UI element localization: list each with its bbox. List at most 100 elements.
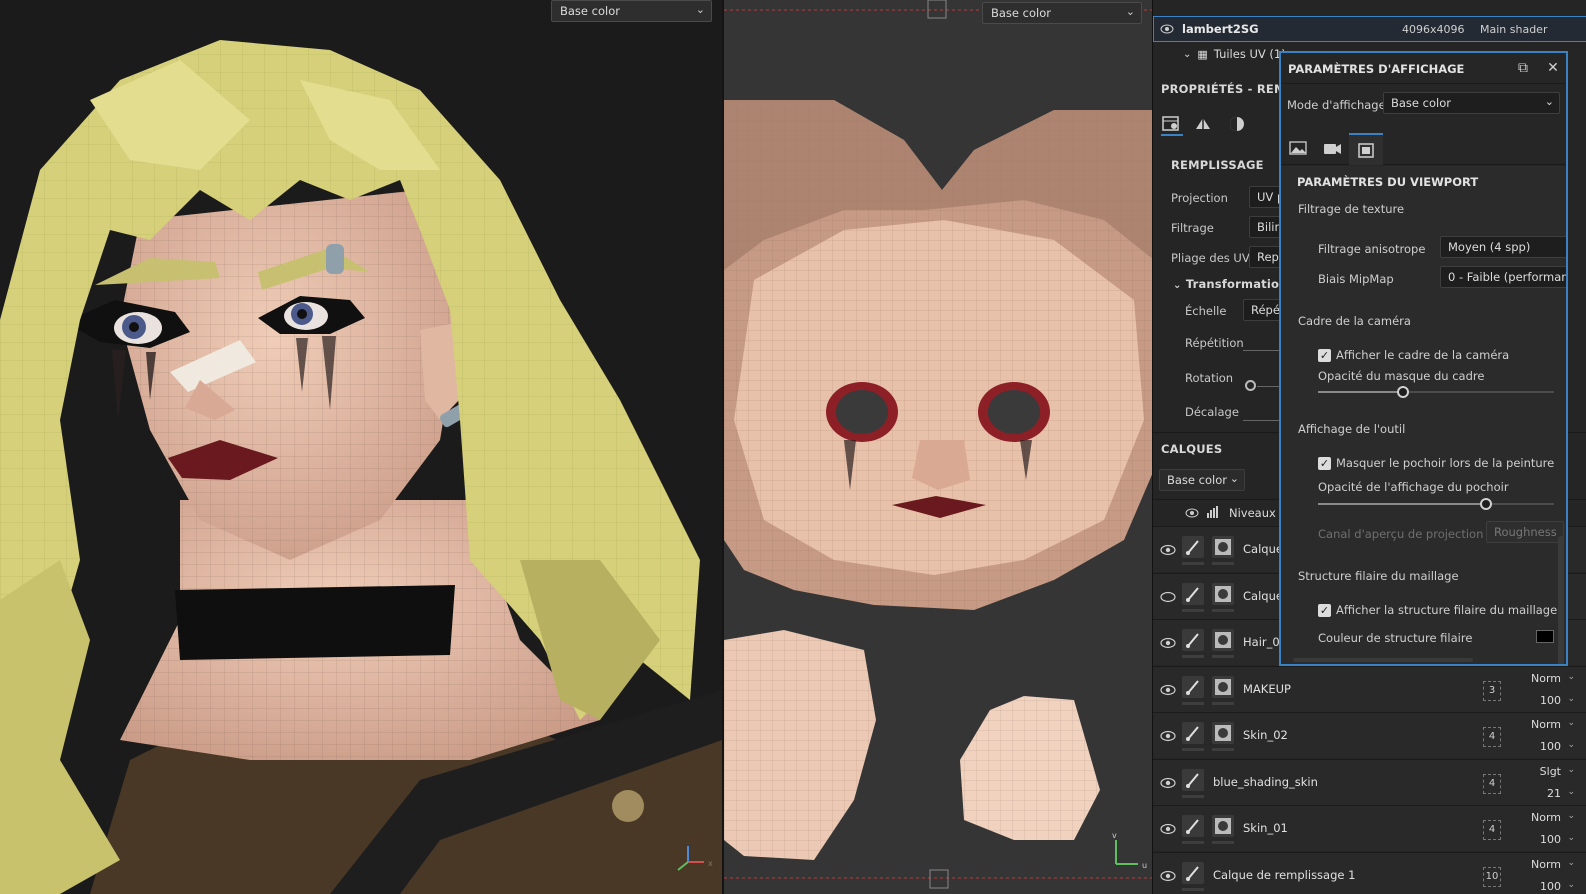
layer-name[interactable]: MAKEUP (1243, 682, 1291, 696)
layers-channel-value: Base color (1167, 473, 1227, 487)
eye-icon[interactable] (1160, 821, 1176, 837)
viewport-3d-channel-value: Base color (560, 4, 620, 18)
layer-opacity[interactable]: 100 (1540, 833, 1561, 846)
layer-thumb-bar (1182, 655, 1204, 658)
show-wireframe-checkbox[interactable]: ✓ (1318, 604, 1331, 617)
layers-title: CALQUES (1161, 442, 1223, 456)
layer-opacity[interactable]: 100 (1540, 880, 1561, 893)
layer-thumb-bar (1182, 608, 1204, 612)
layer-name[interactable]: Calque (1243, 589, 1283, 603)
viewport-uv[interactable]: v u Base color ⌄ (722, 0, 1152, 894)
layer-name[interactable]: Skin_01 (1243, 821, 1288, 835)
anisotropic-select[interactable]: Moyen (4 spp) (1440, 236, 1566, 258)
layer-row[interactable]: Calque de remplissage 1 10 Norm ⌄ 100 ⌄ (1153, 851, 1586, 894)
layer-thumb-bar (1212, 701, 1234, 705)
filtering-label: Filtrage (1171, 221, 1214, 235)
viewport-3d-channel-select[interactable]: Base color ⌄ (551, 0, 712, 22)
layer-row[interactable]: blue_shading_skin 4 Slgt ⌄ 21 ⌄ (1153, 758, 1586, 805)
slider-knob[interactable] (1396, 386, 1409, 398)
viewport-tab[interactable] (1349, 133, 1383, 165)
show-camera-frame-checkbox[interactable]: ✓ (1318, 349, 1331, 362)
camera-tab[interactable] (1315, 133, 1349, 165)
eye-icon[interactable] (1160, 728, 1176, 744)
dock-icon[interactable]: ⧉ (1514, 59, 1532, 77)
viewport-uv-channel-select[interactable]: Base color ⌄ (982, 2, 1142, 24)
layer-blend-mode[interactable]: Norm (1531, 858, 1561, 871)
uv-layout: v u (724, 0, 1152, 889)
stencil-opacity-slider[interactable] (1318, 498, 1554, 510)
chevron-down-icon: ⌄ (695, 3, 705, 16)
mask-icon[interactable] (1212, 815, 1234, 837)
eye-hidden-icon[interactable] (1160, 589, 1176, 605)
eye-icon[interactable] (1160, 868, 1176, 884)
axis-u-label: u (1142, 861, 1147, 870)
layer-thumb-bar (1182, 887, 1204, 891)
vertical-scrollbar[interactable] (1558, 536, 1564, 664)
layer-index-badge: 4 (1483, 820, 1501, 840)
display-mode-select[interactable]: Base color ⌄ (1383, 92, 1560, 114)
layer-thumb-bar (1212, 841, 1234, 844)
eye-icon[interactable] (1160, 682, 1176, 698)
layer-blend-mode[interactable]: Slgt (1540, 765, 1561, 778)
texture-set-row[interactable]: lambert2SG 4096x4096 Main shader (1153, 16, 1586, 42)
display-settings-header: PARAMÈTRES D'AFFICHAGE ⧉ ✕ (1281, 53, 1566, 84)
chevron-down-icon[interactable]: ⌄ (1183, 49, 1191, 60)
fill-section-title: REMPLISSAGE (1171, 158, 1264, 172)
eye-icon[interactable] (1160, 775, 1176, 791)
frame-mask-opacity-label: Opacité du masque du cadre (1318, 369, 1485, 383)
layer-blend-mode[interactable]: Norm (1531, 672, 1561, 685)
mask-icon[interactable] (1212, 722, 1234, 744)
layer-index-badge: 4 (1483, 773, 1501, 794)
hide-stencil-checkbox[interactable]: ✓ (1318, 457, 1331, 470)
horizontal-scrollbar[interactable] (1293, 658, 1473, 662)
viewport-3d[interactable]: x Base color ⌄ (0, 0, 722, 894)
layer-opacity[interactable]: 21 (1547, 787, 1561, 800)
eye-icon[interactable] (1160, 635, 1176, 651)
uv-tiles-row[interactable]: ⌄ ▦ Tuiles UV (1) (1183, 44, 1286, 64)
sphere-tab-icon[interactable] (1227, 114, 1249, 136)
layer-opacity[interactable]: 100 (1540, 740, 1561, 753)
eye-icon[interactable] (1160, 24, 1174, 34)
viewport-settings-body: PARAMÈTRES DU VIEWPORT Filtrage de textu… (1281, 166, 1566, 664)
material-tab-icon[interactable] (1193, 114, 1215, 136)
layer-row[interactable]: Skin_02 4 Norm ⌄ 100 ⌄ (1153, 712, 1586, 758)
layers-channel-select[interactable]: Base color ⌄ (1159, 469, 1245, 491)
layer-name[interactable]: Skin_02 (1243, 728, 1288, 742)
anisotropic-label: Filtrage anisotrope (1318, 242, 1426, 256)
environment-tab[interactable] (1281, 133, 1315, 165)
rotation-label: Rotation (1185, 371, 1234, 385)
eye-icon[interactable] (1185, 508, 1199, 518)
projection-preview-select[interactable]: Roughness (1486, 521, 1564, 543)
wireframe-color-label: Couleur de structure filaire (1318, 631, 1473, 645)
layer-name[interactable]: Calque de remplissage 1 (1213, 868, 1355, 882)
texture-set-shader[interactable]: Main shader (1480, 23, 1547, 36)
fill-tab-icon[interactable] (1161, 114, 1183, 136)
layer-name[interactable]: blue_shading_skin (1213, 775, 1318, 789)
close-icon[interactable]: ✕ (1544, 59, 1562, 77)
mipmap-bias-select[interactable]: 0 - Faible (performan (1440, 266, 1566, 288)
mask-icon[interactable] (1212, 629, 1234, 651)
stencil-opacity-label: Opacité de l'affichage du pochoir (1318, 480, 1509, 494)
wireframe-color-swatch[interactable] (1536, 630, 1554, 643)
frame-mask-opacity-slider[interactable] (1318, 386, 1554, 398)
chevron-down-icon: ⌄ (1567, 811, 1575, 821)
texture-filtering-title: Filtrage de texture (1298, 202, 1405, 216)
mask-icon[interactable] (1212, 675, 1234, 698)
layer-name[interactable]: Calque (1243, 542, 1283, 556)
mask-icon[interactable] (1212, 582, 1234, 605)
slider-knob[interactable] (1479, 498, 1492, 510)
layer-blend-mode[interactable]: Norm (1531, 718, 1561, 731)
display-mode-value: Base color (1391, 96, 1451, 110)
chevron-down-icon: ⌄ (1544, 95, 1554, 108)
eye-icon[interactable] (1160, 542, 1176, 558)
axis-v-label: v (1112, 831, 1117, 840)
texture-set-name: lambert2SG (1182, 22, 1259, 36)
layer-row[interactable]: MAKEUP 3 Norm ⌄ 100 ⌄ (1153, 665, 1586, 712)
rotation-slider-knob[interactable] (1245, 380, 1256, 391)
layer-row[interactable]: Skin_01 4 Norm ⌄ 100 ⌄ (1153, 805, 1586, 851)
layer-opacity[interactable]: 100 (1540, 694, 1561, 707)
chevron-down-icon: ⌄ (1567, 740, 1575, 750)
layer-thumb-bar (1212, 608, 1234, 612)
layer-blend-mode[interactable]: Norm (1531, 811, 1561, 824)
mask-icon[interactable] (1212, 536, 1234, 558)
